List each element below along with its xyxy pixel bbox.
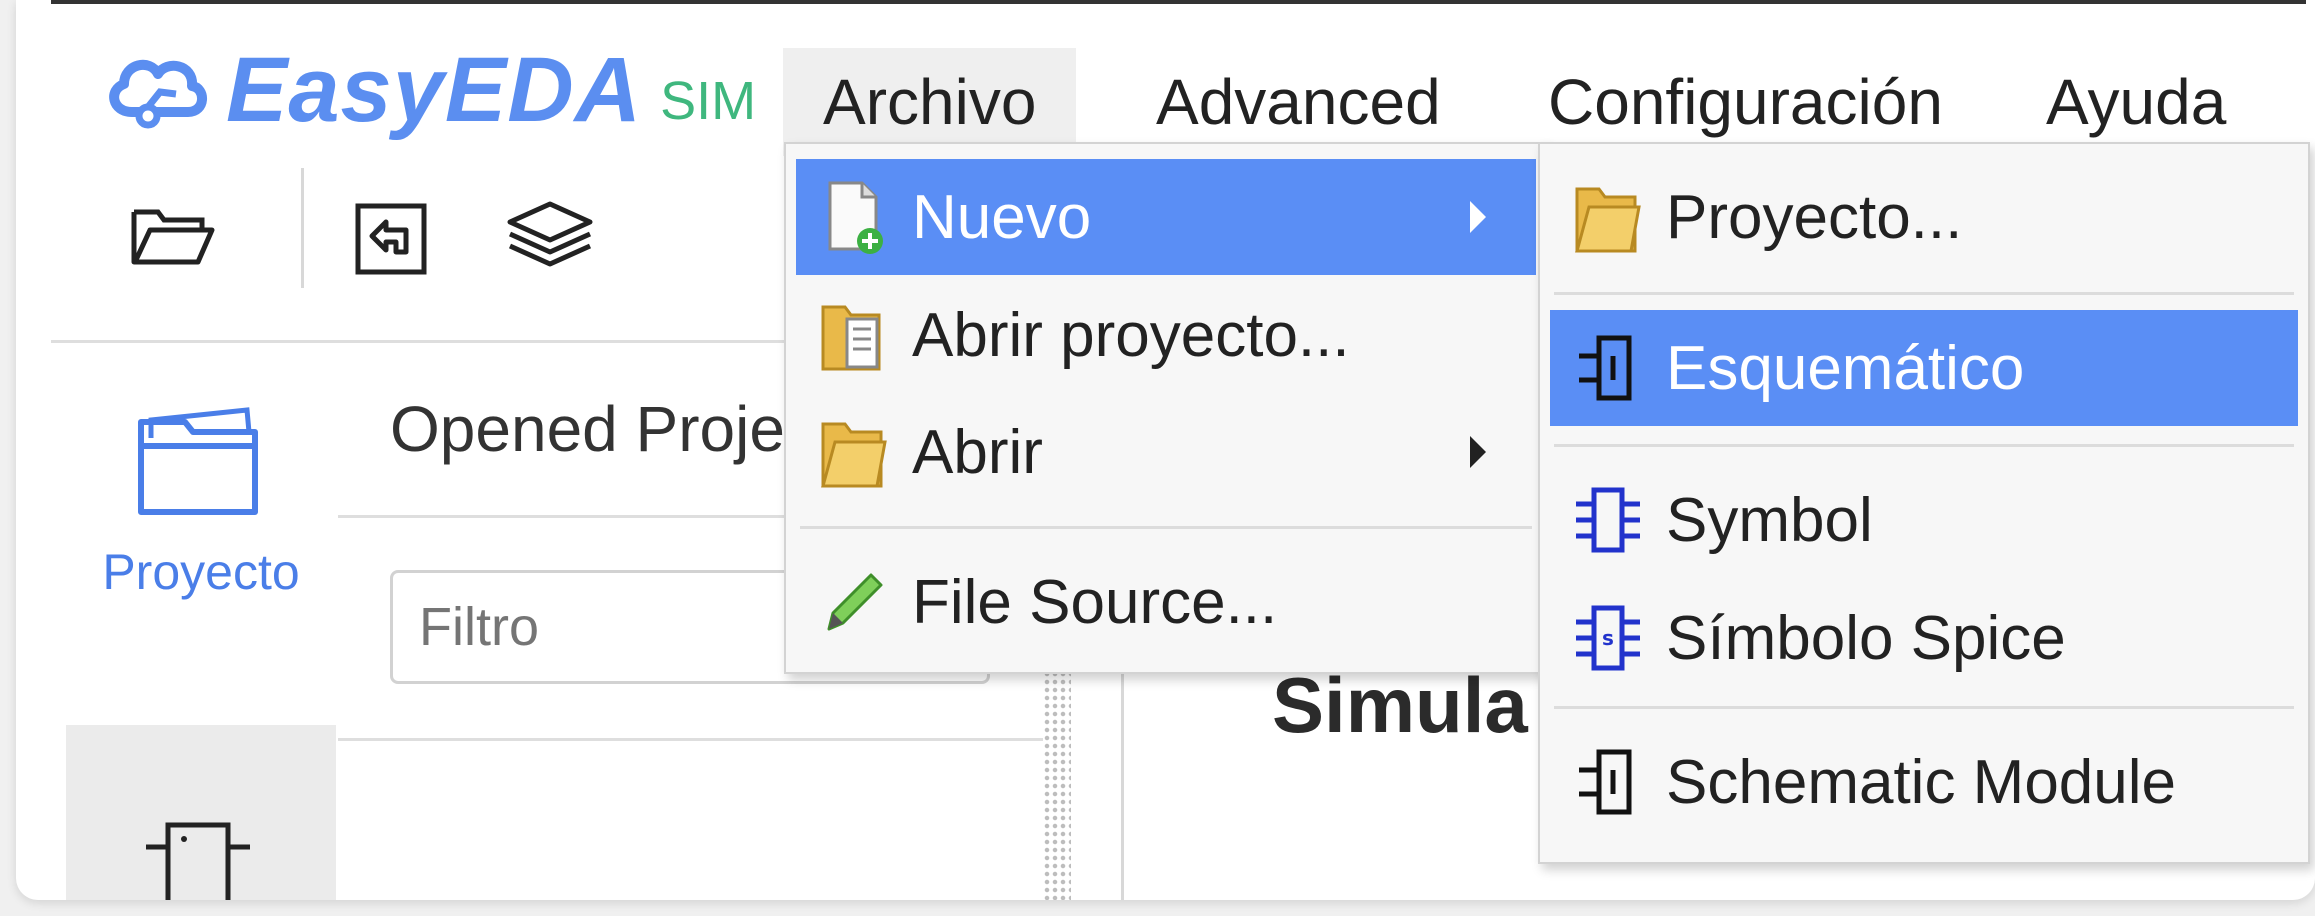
menu-separator — [1554, 444, 2294, 447]
component-icon — [146, 822, 250, 900]
pencil-icon — [814, 562, 894, 642]
layers-icon[interactable] — [500, 196, 600, 276]
folder-icon — [814, 412, 894, 492]
menu-item-label: File Source... — [912, 567, 1278, 637]
splitter-handle[interactable] — [1043, 670, 1071, 900]
menu-item-label: Nuevo — [912, 182, 1092, 252]
menu-item-label: Abrir proyecto... — [912, 300, 1350, 370]
menu-item-abrir-proyecto[interactable]: Abrir proyecto... — [796, 277, 1536, 393]
menu-item-file-source[interactable]: File Source... — [796, 544, 1536, 660]
folder-doc-icon — [814, 295, 894, 375]
menu-separator — [1554, 292, 2294, 295]
menu-advanced[interactable]: Advanced — [1116, 48, 1481, 156]
symbol-icon — [1568, 480, 1648, 560]
submenu-item-schematic-module[interactable]: Schematic Module — [1550, 724, 2298, 840]
menu-item-label: Symbol — [1666, 485, 1873, 555]
folder-open-icon[interactable] — [128, 200, 218, 270]
archivo-menu: Nuevo Abrir proyecto... Abrir File Sourc… — [784, 142, 1548, 674]
menu-item-abrir[interactable]: Abrir — [796, 394, 1536, 510]
submenu-item-proyecto[interactable]: Proyecto... — [1550, 159, 2298, 275]
menu-item-label: Schematic Module — [1666, 747, 2177, 817]
svg-text:s: s — [1602, 626, 1614, 650]
menu-item-label: Abrir — [912, 417, 1043, 487]
submenu-item-simbolo-spice[interactable]: s Símbolo Spice — [1550, 580, 2298, 696]
nuevo-submenu: Proyecto... Esquemático Symbol s Símbolo… — [1538, 142, 2310, 864]
menu-item-label: Proyecto... — [1666, 182, 1963, 252]
new-file-icon — [814, 177, 894, 257]
schematic-icon — [1568, 328, 1648, 408]
top-border — [51, 0, 2306, 4]
submenu-arrow-icon — [1470, 436, 1486, 468]
folder-tab-icon — [138, 407, 258, 515]
menu-item-label: Esquemático — [1666, 333, 2025, 403]
menu-separator — [800, 526, 1532, 529]
menu-item-nuevo[interactable]: Nuevo — [796, 159, 1536, 275]
import-icon[interactable] — [346, 192, 436, 282]
folder-icon — [1568, 177, 1648, 257]
spice-symbol-icon: s — [1568, 598, 1648, 678]
sidebar-tab-components[interactable] — [66, 725, 336, 900]
toolbar-separator — [301, 168, 304, 288]
schematic-module-icon — [1568, 742, 1648, 822]
submenu-arrow-icon — [1470, 201, 1486, 233]
sidebar-tab-proyecto[interactable]: Proyecto — [66, 400, 336, 601]
app-window: EasyEDA SIM Archivo Advanced Configuraci… — [16, 0, 2315, 900]
submenu-item-symbol[interactable]: Symbol — [1550, 462, 2298, 578]
filter-divider — [338, 738, 1043, 741]
menu-separator — [1554, 706, 2294, 709]
menu-archivo[interactable]: Archivo — [783, 48, 1077, 156]
menu-ayuda[interactable]: Ayuda — [2006, 48, 2266, 156]
logo-text: EasyEDA — [226, 38, 643, 141]
menu-configuracion[interactable]: Configuración — [1508, 48, 1983, 156]
sidebar-tab-label: Proyecto — [102, 544, 300, 600]
easyeda-logo[interactable]: EasyEDA SIM — [102, 30, 756, 150]
panel-title: Opened Proje — [390, 393, 785, 465]
main-panel-border — [1121, 670, 1124, 900]
menu-item-label: Símbolo Spice — [1666, 603, 2066, 673]
submenu-item-esquematico[interactable]: Esquemático — [1550, 310, 2298, 426]
cloud-logo-icon — [109, 60, 207, 129]
logo-sim-badge: SIM — [660, 71, 757, 131]
